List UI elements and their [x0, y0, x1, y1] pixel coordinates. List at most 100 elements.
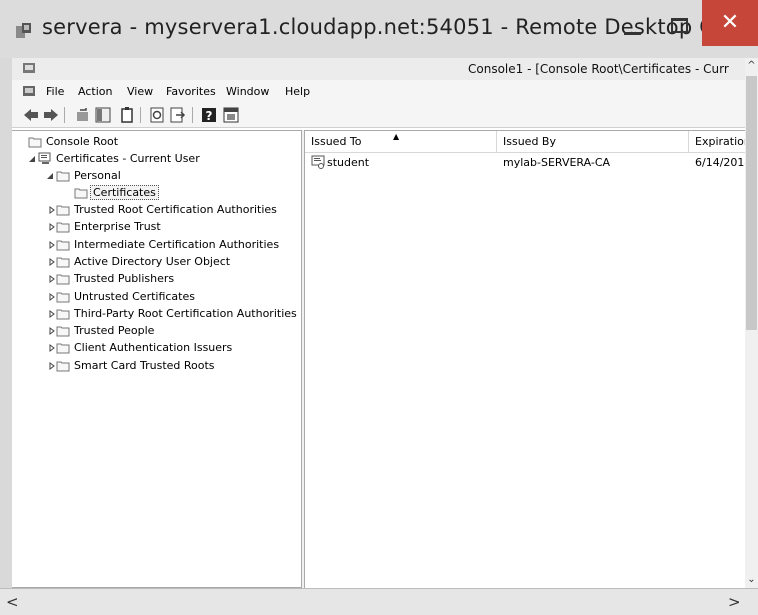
tree-item-label: Personal [74, 169, 121, 182]
copy-icon[interactable] [118, 106, 136, 124]
tree-item-store[interactable]: Enterprise Trust [20, 219, 300, 236]
tree-item-label: Trusted People [74, 324, 155, 338]
tree-item-personal-certificates[interactable]: Certificates [20, 185, 290, 202]
tree-item-store[interactable]: Third-Party Root Certification Authoriti… [20, 306, 300, 323]
scroll-down-icon[interactable]: ⌄ [745, 572, 758, 588]
vertical-scrollbar[interactable]: ^ ⌄ [745, 58, 758, 588]
rdp-title-bar[interactable]: servera - myservera1.cloudapp.net:54051 … [0, 0, 758, 58]
expand-icon[interactable] [48, 309, 56, 318]
scroll-left-icon[interactable]: < [6, 593, 20, 611]
folder-icon [56, 274, 70, 285]
menu-file[interactable]: File [46, 85, 64, 98]
expand-icon[interactable] [48, 240, 56, 249]
console-tree[interactable]: Console Root Certificates - Current User… [12, 130, 302, 588]
minimize-icon [624, 32, 641, 35]
column-header-label: Issued By [503, 135, 556, 148]
collapse-icon[interactable] [46, 172, 54, 180]
tree-item-label: Trusted Root Certification Authorities [74, 203, 277, 216]
tree-item-label: Active Directory User Object [74, 254, 231, 268]
column-header-issued-by[interactable]: Issued By [497, 131, 689, 153]
column-header-label: Issued To [311, 135, 362, 148]
menu-favorites[interactable]: Favorites [166, 85, 216, 98]
certificate-snapin-icon [38, 152, 51, 164]
expand-icon[interactable] [48, 206, 56, 214]
expand-icon[interactable] [48, 361, 56, 370]
tree-item-console-root[interactable]: Console Root [20, 134, 280, 151]
sort-ascending-icon: ▲ [393, 132, 400, 141]
tree-item-store[interactable]: Client Authentication Issuers [20, 340, 300, 357]
tree-item-certificates-current-user[interactable]: Certificates - Current User [20, 151, 290, 168]
menu-window[interactable]: Window [226, 85, 269, 98]
tree-item-store[interactable]: Intermediate Certification Authorities [20, 237, 300, 254]
show-hide-tree-icon[interactable] [94, 106, 112, 124]
folder-icon [56, 205, 70, 216]
tree-item-store[interactable]: Trusted Publishers [20, 271, 300, 288]
tree-item-label: Certificates [90, 185, 159, 200]
folder-icon [56, 326, 70, 337]
menu-view[interactable]: View [127, 85, 153, 98]
scroll-right-icon[interactable]: > [728, 593, 742, 611]
scroll-track[interactable] [26, 597, 720, 607]
tree-item-label: Trusted Publishers [74, 272, 175, 286]
help-icon[interactable]: ? [200, 106, 218, 124]
close-icon: ✕ [720, 10, 740, 35]
tree-item-store[interactable]: Smart Card Trusted Roots [20, 358, 300, 375]
folder-icon [74, 188, 88, 199]
tree-item-store[interactable]: Active Directory User Object [20, 254, 300, 271]
tree-item-label: Untrusted Certificates [74, 289, 195, 303]
tree-item-label: Smart Card Trusted Roots [74, 358, 215, 372]
folder-icon [56, 171, 70, 182]
results-list[interactable]: Issued To ▲ Issued By Expiration student… [305, 130, 745, 588]
cell-issued-by: mylab-SERVERA-CA [503, 156, 611, 169]
maximize-button[interactable] [656, 6, 702, 50]
expand-icon[interactable] [48, 344, 56, 353]
tree-item-label: Enterprise Trust [74, 220, 161, 234]
folder-icon [28, 137, 42, 148]
forward-icon[interactable] [42, 106, 60, 124]
mmc-menu-icon[interactable] [22, 84, 36, 98]
close-button[interactable]: ✕ [702, 0, 758, 46]
mmc-title: Console1 - [Console Root\Certificates - … [468, 62, 729, 76]
toolbar-separator [192, 107, 193, 123]
refresh-icon[interactable] [148, 106, 166, 124]
folder-icon [56, 222, 70, 233]
scroll-thumb[interactable] [746, 76, 757, 330]
tree-item-label: Third-Party Root Certification Authoriti… [74, 306, 297, 320]
tree-item-store[interactable]: Trusted People [20, 323, 300, 340]
tree-item-store[interactable]: Trusted Root Certification Authorities [20, 202, 300, 219]
toolbar-separator [140, 107, 141, 123]
minimize-button[interactable] [610, 6, 656, 50]
cell-issued-to: student [327, 156, 370, 169]
tree-item-label: Intermediate Certification Authorities [74, 237, 280, 251]
column-header-expiration[interactable]: Expiration [689, 131, 745, 153]
certificate-icon [311, 155, 325, 169]
expand-icon[interactable] [48, 257, 56, 266]
folder-icon [56, 361, 70, 372]
expand-icon[interactable] [48, 292, 56, 301]
scroll-up-icon[interactable]: ^ [745, 58, 758, 74]
back-icon[interactable] [22, 106, 40, 124]
tree-item-store[interactable]: Untrusted Certificates [20, 289, 300, 306]
maximize-icon [671, 18, 688, 33]
column-header-issued-to[interactable]: Issued To ▲ [305, 131, 497, 153]
menu-action[interactable]: Action [78, 85, 112, 98]
folder-icon [56, 292, 70, 302]
tree-item-label: Console Root [46, 135, 119, 148]
mmc-title-bar[interactable]: Console1 - [Console Root\Certificates - … [12, 58, 745, 80]
menu-help[interactable]: Help [285, 85, 310, 98]
folder-icon [56, 257, 70, 268]
tree-item-personal[interactable]: Personal [20, 168, 290, 185]
expand-icon[interactable] [48, 327, 56, 336]
properties-icon[interactable] [222, 106, 240, 124]
export-list-icon[interactable] [168, 106, 186, 124]
cell-expiration: 6/14/2014 [695, 156, 745, 169]
toolbar-separator [64, 107, 65, 123]
expand-icon[interactable] [48, 275, 56, 284]
up-level-icon[interactable] [74, 106, 92, 124]
mmc-window: Console1 - [Console Root\Certificates - … [12, 58, 758, 588]
horizontal-scrollbar[interactable]: < > [0, 588, 758, 615]
svg-text:?: ? [206, 109, 213, 123]
expand-icon[interactable] [48, 223, 56, 232]
collapse-icon[interactable] [28, 155, 36, 163]
tree-item-label: Certificates - Current User [56, 152, 200, 165]
